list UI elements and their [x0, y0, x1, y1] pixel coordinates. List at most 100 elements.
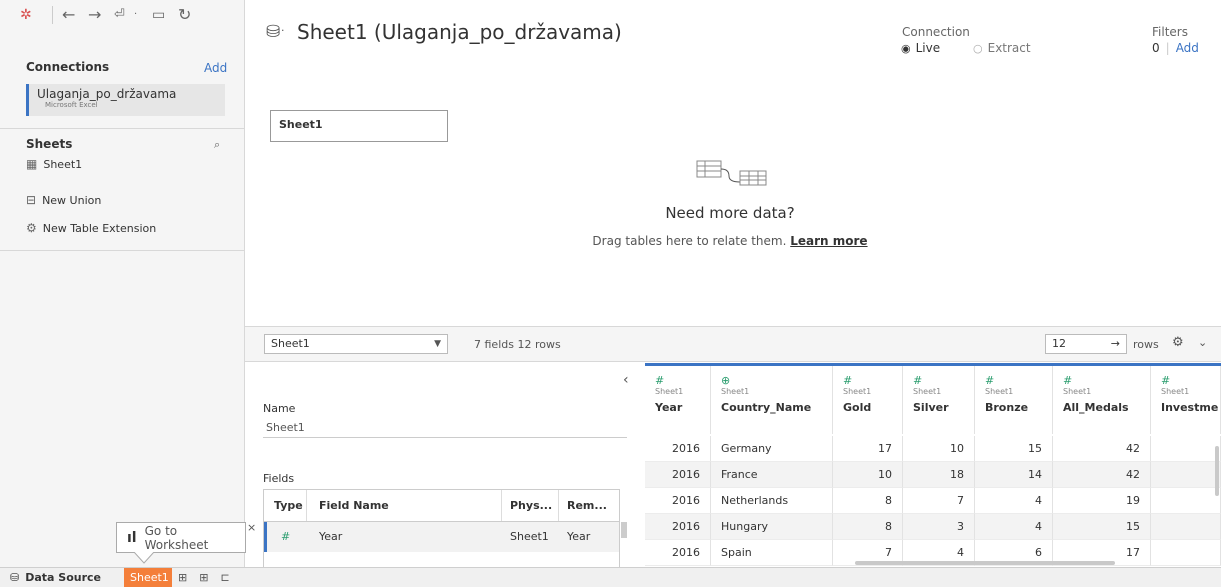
close-tooltip-icon[interactable]: × [247, 521, 256, 534]
back-arrow-icon[interactable]: ← [62, 5, 75, 25]
new-dashboard-icon[interactable]: ⊞ [193, 568, 214, 587]
collapse-chevron-icon[interactable]: ⌄ [1198, 336, 1207, 349]
connection-name: Ulaganja_po_državama [37, 87, 177, 101]
extract-radio[interactable]: ○ Extract [973, 41, 1031, 55]
number-type-icon: # [1161, 374, 1171, 387]
page-title[interactable]: Sheet1 (Ulaganja_po_državama) [297, 20, 622, 44]
fields-rows-count: 7 fields 12 rows [474, 338, 561, 351]
fields-table: Type Field Name Phys... Rem... # Year Sh… [263, 489, 620, 567]
rows-label: rows [1133, 338, 1159, 351]
sidebar-divider [0, 128, 245, 129]
grid-column-header[interactable]: # Sheet1 Silver [903, 366, 975, 434]
grid-vertical-scrollbar[interactable] [1215, 446, 1219, 496]
grid-column-header[interactable]: # Sheet1 Year [645, 366, 711, 434]
connection-item[interactable]: Ulaganja_po_državama Microsoft Excel [26, 84, 225, 116]
grid-cell: 10 [833, 462, 903, 488]
rows-count-input[interactable]: 12 → [1045, 334, 1127, 354]
datasource-icon[interactable]: ⛁ [266, 22, 280, 42]
grid-column-header[interactable]: # Sheet1 Investme [1151, 366, 1221, 434]
undo-dropdown-icon[interactable]: · [134, 5, 137, 25]
grid-cell: Spain [711, 540, 833, 566]
number-type-icon: # [1063, 374, 1073, 387]
need-more-data-heading: Need more data? [665, 204, 795, 222]
collapse-left-chevron-icon[interactable]: ‹ [623, 372, 629, 388]
live-label: Live [915, 41, 941, 55]
filters-count: 0 [1152, 41, 1160, 55]
live-radio[interactable]: ◉ Live [901, 41, 940, 55]
table-select[interactable]: Sheet1 ▼ [264, 334, 448, 354]
number-type-icon: # [655, 374, 665, 387]
field-rem-cell: Year [567, 530, 591, 543]
grid-column-header[interactable]: # Sheet1 Bronze [975, 366, 1053, 434]
forward-arrow-icon[interactable]: → [88, 5, 101, 25]
fields-col-type[interactable]: Type [264, 490, 307, 521]
save-icon[interactable]: ▭ [152, 5, 165, 25]
grid-cell [1151, 540, 1221, 566]
top-toolbar: ✲ ← → ⏎ · ▭ ↻ [0, 0, 245, 30]
new-worksheet-icon[interactable]: ⊞ [172, 568, 193, 587]
fields-table-row[interactable]: # Year Sheet1 Year [264, 522, 619, 552]
grid-cell [1151, 462, 1221, 488]
sidebar-item-sheet1[interactable]: ▦ Sheet1 [26, 157, 82, 171]
grid-cell: 4 [975, 514, 1053, 540]
left-sidebar: ✲ ← → ⏎ · ▭ ↻ Connections Add Ulaganja_p… [0, 0, 245, 567]
grid-cell: 4 [975, 488, 1053, 514]
number-type-icon: # [913, 374, 923, 387]
grid-cell: 14 [975, 462, 1053, 488]
grid-horizontal-scrollbar[interactable] [855, 561, 1115, 565]
data-source-tab[interactable]: ⛁ Data Source [0, 568, 124, 587]
go-to-worksheet-tooltip[interactable]: ıl Go to Worksheet [116, 522, 246, 553]
add-filter-link[interactable]: Add [1176, 41, 1199, 55]
add-connection-link[interactable]: Add [204, 61, 227, 75]
datasource-dropdown-icon[interactable]: · [281, 24, 285, 37]
new-story-icon[interactable]: ⊏ [214, 568, 235, 587]
grid-cell: 19 [1053, 488, 1151, 514]
column-source: Sheet1 [1161, 387, 1190, 396]
radio-selected-icon: ◉ [901, 41, 911, 55]
canvas-table-box[interactable]: Sheet1 [270, 110, 448, 142]
relate-tables-icon [696, 160, 767, 186]
grid-cell: 15 [975, 436, 1053, 462]
fields-col-name[interactable]: Field Name [307, 490, 502, 521]
sheet1-tab[interactable]: Sheet1 [124, 567, 172, 587]
grid-cell: Hungary [711, 514, 833, 540]
name-input[interactable]: Sheet1 [263, 418, 627, 438]
grid-cell: 8 [833, 488, 903, 514]
field-phys-cell: Sheet1 [510, 530, 549, 543]
grid-cell: Germany [711, 436, 833, 462]
tableau-logo-icon[interactable]: ✲ [20, 5, 32, 25]
grid-column-header[interactable]: ⊕ Sheet1 Country_Name [711, 366, 833, 434]
column-name: Investme [1161, 401, 1219, 414]
grid-column-header[interactable]: # Sheet1 Gold [833, 366, 903, 434]
learn-more-link[interactable]: Learn more [790, 234, 867, 248]
column-source: Sheet1 [655, 387, 684, 396]
tooltip-pointer [134, 552, 154, 564]
bar-chart-icon: ıl [127, 529, 137, 546]
grid-cell: France [711, 462, 833, 488]
settings-gear-icon[interactable]: ⚙ [1172, 335, 1184, 350]
new-table-extension-item[interactable]: ⚙ New Table Extension [26, 221, 156, 235]
column-name: All_Medals [1063, 401, 1129, 414]
name-label: Name [263, 402, 296, 415]
table-select-value: Sheet1 [271, 337, 310, 350]
rows-count-value: 12 [1052, 337, 1066, 350]
grid-cell [1151, 436, 1221, 462]
new-union-item[interactable]: ⊟ New Union [26, 193, 101, 207]
column-source: Sheet1 [985, 387, 1014, 396]
sheet-label: Sheet1 [43, 157, 83, 171]
undo-icon[interactable]: ⏎ [114, 5, 125, 25]
search-icon[interactable]: ⌕ [214, 138, 220, 152]
grid-column-header[interactable]: # Sheet1 All_Medals [1053, 366, 1151, 434]
sidebar-divider-2 [0, 250, 245, 251]
fields-scrollbar[interactable] [621, 522, 627, 538]
fields-col-rem[interactable]: Rem... [559, 490, 619, 521]
field-name-cell: Year [319, 530, 343, 543]
new-union-label: New Union [42, 193, 102, 207]
grid-cell: 42 [1053, 436, 1151, 462]
fields-col-phys[interactable]: Phys... [502, 490, 559, 521]
grid-cell [1151, 488, 1221, 514]
grid-cell: 2016 [645, 436, 711, 462]
refresh-icon[interactable]: ↻ [178, 5, 191, 25]
grid-cell: Netherlands [711, 488, 833, 514]
column-name: Country_Name [721, 401, 812, 414]
